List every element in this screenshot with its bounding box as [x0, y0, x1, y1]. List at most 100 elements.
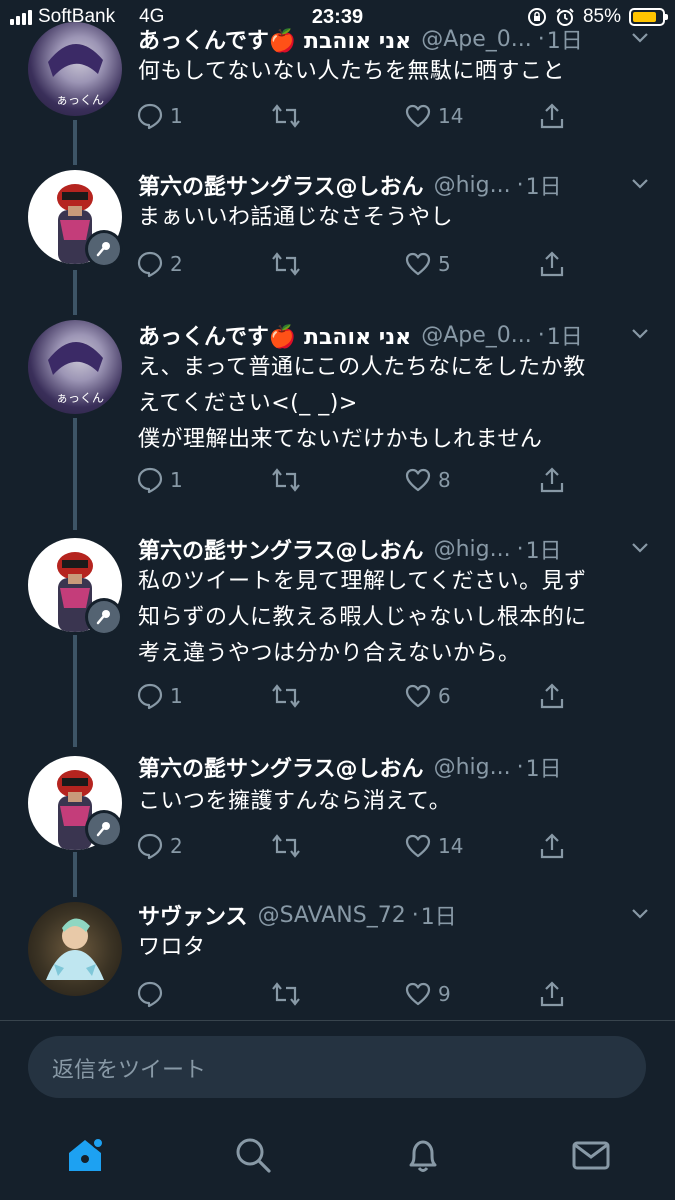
tweet[interactable]: サヴァンス @SAVANS_72 · 1日 ワロタ 9 [0, 896, 675, 1016]
tweet-header: あっくんです🍎 אני אוהבת @Ape_0... · 1日 [138, 22, 651, 56]
svg-text:ぁっくん: ぁっくん [56, 391, 104, 405]
tweet-time: 1日 [546, 325, 583, 350]
share-icon [540, 103, 564, 129]
reply-count: 1 [170, 468, 183, 492]
tweet-header: 第六の髭サングラス@しおん @hig... · 1日 [138, 750, 651, 784]
like-count: 14 [438, 834, 464, 858]
user-handle: @SAVANS_72 [257, 902, 406, 928]
tweet[interactable]: 第六の髭サングラス@しおん @hig... · 1日 まぁいいわ話通じなさそうや… [0, 160, 675, 300]
reply-count: 1 [170, 684, 183, 708]
reply-count: 2 [170, 834, 183, 858]
tab-messages[interactable] [566, 1130, 616, 1180]
tweet-actions: 1 6 [136, 682, 636, 714]
tweet-text: まぁいいわ話通じなさそうやし [138, 205, 454, 230]
tweet-header: 第六の髭サングラス@しおん @hig... · 1日 [138, 168, 651, 202]
tweet[interactable]: 第六の髭サングラス@しおん @hig... · 1日 こいつを擁護すんなら消えて… [0, 746, 675, 886]
display-name[interactable]: サヴァンス [138, 899, 248, 931]
share-button[interactable] [538, 466, 566, 494]
reply-icon [137, 833, 163, 860]
like-count: 9 [438, 982, 451, 1006]
tweet-time: 1日 [525, 539, 562, 564]
tweet-time: 1日 [525, 757, 562, 782]
display-name[interactable]: 第六の髭サングラス@しおん [138, 751, 424, 783]
heart-icon [405, 104, 431, 128]
retweet-button[interactable] [270, 102, 308, 130]
chevron-down-icon[interactable] [629, 902, 651, 924]
tweet-text: 私のツイートを見て理解してください。見ず 知らずの人に教える暇人じゃないし根本的… [138, 569, 587, 666]
chevron-down-icon[interactable] [629, 172, 651, 194]
search-icon [236, 1138, 271, 1173]
audio-badge [85, 810, 123, 848]
reply-icon [137, 467, 163, 494]
divider [0, 1020, 675, 1021]
tweet-time: 1日 [525, 175, 562, 200]
like-button[interactable]: 8 [404, 466, 451, 494]
tweet-actions: 1 8 [136, 466, 636, 498]
like-button[interactable]: 6 [404, 682, 451, 710]
retweet-button[interactable] [270, 682, 308, 710]
tweet[interactable]: 第六の髭サングラス@しおん @hig... · 1日 私のツイートを見て理解して… [0, 528, 675, 738]
tab-search[interactable] [228, 1130, 278, 1180]
tweet[interactable]: ぁっくん あっくんです🍎 אני אוהבת @Ape_0... · 1日 え、… [0, 310, 675, 520]
share-icon [540, 467, 564, 493]
reply-button[interactable]: 2 [136, 832, 183, 860]
share-button[interactable] [538, 682, 566, 710]
display-name[interactable]: あっくんです🍎 אני אוהבת [138, 23, 411, 55]
tweet-actions: 2 5 [136, 250, 636, 282]
retweet-button[interactable] [270, 466, 308, 494]
heart-icon [405, 468, 431, 492]
display-name[interactable]: あっくんです🍎 אני אוהבת [138, 319, 411, 351]
reply-input[interactable]: 返信をツイート [28, 1036, 646, 1098]
like-count: 14 [438, 104, 464, 128]
audio-badge [85, 230, 123, 268]
retweet-button[interactable] [270, 832, 308, 860]
reply-button[interactable]: 1 [136, 682, 183, 710]
reply-button[interactable]: 1 [136, 466, 183, 494]
like-button[interactable]: 14 [404, 832, 463, 860]
chevron-down-icon[interactable] [629, 26, 651, 48]
display-name[interactable]: 第六の髭サングラス@しおん [138, 533, 424, 565]
tweet-time: 1日 [546, 29, 583, 54]
retweet-icon [272, 834, 300, 858]
reply-button[interactable]: 1 [136, 102, 183, 130]
like-button[interactable]: 5 [404, 250, 451, 278]
heart-icon [405, 834, 431, 858]
share-icon [540, 833, 564, 859]
tweet-time: 1日 [420, 905, 457, 930]
share-button[interactable] [538, 250, 566, 278]
reply-button[interactable] [136, 980, 170, 1008]
share-button[interactable] [538, 832, 566, 860]
heart-icon [405, 252, 431, 276]
chevron-down-icon[interactable] [629, 322, 651, 344]
tweet-actions: 2 14 [136, 832, 636, 864]
tweet-text: ワロタ [138, 935, 206, 960]
tweet-actions: 9 [136, 980, 636, 1012]
retweet-button[interactable] [270, 250, 308, 278]
messages-icon [572, 1141, 610, 1170]
avatar[interactable]: ぁっくん [28, 320, 122, 414]
retweet-icon [272, 104, 300, 128]
reply-icon [137, 981, 163, 1008]
avatar[interactable] [28, 902, 122, 996]
user-handle: @Ape_0... [421, 26, 532, 52]
tab-home[interactable] [60, 1130, 110, 1180]
chevron-down-icon[interactable] [629, 536, 651, 558]
share-button[interactable] [538, 980, 566, 1008]
heart-icon [405, 684, 431, 708]
like-button[interactable]: 9 [404, 980, 451, 1008]
avatar[interactable]: ぁっくん [28, 22, 122, 116]
user-handle: @hig... [433, 536, 511, 562]
share-button[interactable] [538, 102, 566, 130]
reply-icon [137, 683, 163, 710]
tweet[interactable]: ぁっくん あっくんです🍎 אני אוהבת @Ape_0... · 1日 何も… [0, 0, 675, 150]
microphone-icon [96, 242, 110, 257]
retweet-icon [272, 982, 300, 1006]
tweet-text: 何もしてないない人たちを無駄に晒すこと [138, 59, 565, 84]
display-name[interactable]: 第六の髭サングラス@しおん [138, 169, 424, 201]
like-count: 6 [438, 684, 451, 708]
tweet-header: サヴァンス @SAVANS_72 · 1日 [138, 898, 651, 932]
reply-button[interactable]: 2 [136, 250, 183, 278]
retweet-button[interactable] [270, 980, 308, 1008]
tab-notifications[interactable] [398, 1130, 448, 1180]
like-button[interactable]: 14 [404, 102, 463, 130]
